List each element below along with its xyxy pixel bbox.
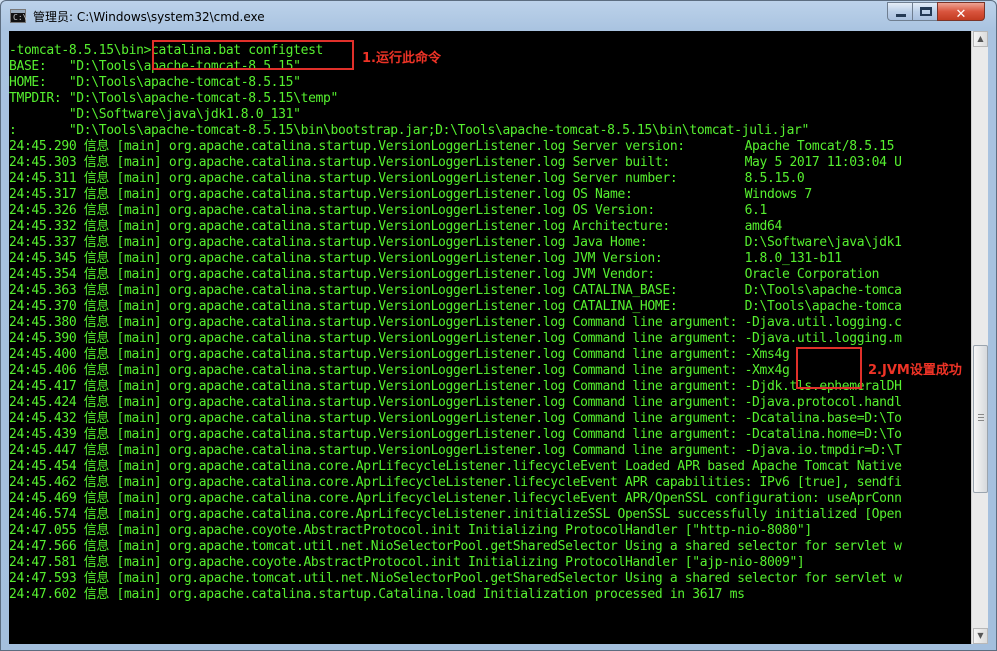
console-line: 24:45.390 信息 [main] org.apache.catalina.… bbox=[9, 331, 902, 346]
console-line: 24:47.602 信息 [main] org.apache.catalina.… bbox=[9, 587, 745, 602]
console-line: 24:45.454 信息 [main] org.apache.catalina.… bbox=[9, 459, 902, 474]
close-icon: ✕ bbox=[955, 7, 967, 22]
console-lines: -tomcat-8.5.15\bin>catalina.bat configte… bbox=[9, 43, 902, 603]
console-line: 24:45.380 信息 [main] org.apache.catalina.… bbox=[9, 315, 902, 330]
console-line: 24:47.055 信息 [main] org.apache.coyote.Ab… bbox=[9, 523, 812, 538]
console-line: 24:45.354 信息 [main] org.apache.catalina.… bbox=[9, 267, 880, 282]
maximize-button[interactable] bbox=[912, 2, 938, 21]
console-line: : "D:\Tools\apache-tomcat-8.5.15\bin\boo… bbox=[9, 123, 810, 138]
console-line: 24:45.462 信息 [main] org.apache.catalina.… bbox=[9, 475, 902, 490]
console-line: 24:45.303 信息 [main] org.apache.catalina.… bbox=[9, 155, 902, 170]
console-line: 24:45.400 信息 [main] org.apache.catalina.… bbox=[9, 347, 790, 362]
console-line: 24:45.417 信息 [main] org.apache.catalina.… bbox=[9, 379, 902, 394]
console-line: 24:45.432 信息 [main] org.apache.catalina.… bbox=[9, 411, 902, 426]
console-line: 24:45.326 信息 [main] org.apache.catalina.… bbox=[9, 203, 768, 218]
scroll-up-button[interactable]: ▲ bbox=[973, 31, 988, 47]
console-line: 24:46.574 信息 [main] org.apache.catalina.… bbox=[9, 507, 902, 522]
annotation-box-command bbox=[152, 40, 354, 70]
vertical-scrollbar[interactable]: ▲ ▼ bbox=[971, 31, 988, 644]
console-line: 24:47.593 信息 [main] org.apache.tomcat.ut… bbox=[9, 571, 902, 586]
console-line: 24:45.311 信息 [main] org.apache.catalina.… bbox=[9, 171, 805, 186]
annotation-label-jvm-success: 2.JVM设置成功 bbox=[868, 363, 962, 378]
console-line: 24:45.424 信息 [main] org.apache.catalina.… bbox=[9, 395, 902, 410]
chevron-down-icon: ▼ bbox=[977, 631, 984, 640]
console-line: HOME: "D:\Tools\apache-tomcat-8.5.15" bbox=[9, 75, 301, 90]
cmd-app-icon[interactable]: C:\ bbox=[10, 9, 28, 23]
minimize-icon bbox=[896, 14, 906, 17]
scrollbar-thumb[interactable] bbox=[973, 345, 988, 493]
minimize-button[interactable] bbox=[887, 2, 913, 21]
console-output[interactable]: -tomcat-8.5.15\bin>catalina.bat configte… bbox=[9, 31, 971, 644]
console-line: 24:47.566 信息 [main] org.apache.tomcat.ut… bbox=[9, 539, 902, 554]
console-line: 24:45.363 信息 [main] org.apache.catalina.… bbox=[9, 283, 902, 298]
console-line: 24:45.317 信息 [main] org.apache.catalina.… bbox=[9, 187, 812, 202]
console-line: 24:45.439 信息 [main] org.apache.catalina.… bbox=[9, 427, 902, 442]
console-line: "D:\Software\java\jdk1.8.0_131" bbox=[9, 107, 301, 122]
console-line: 24:45.332 信息 [main] org.apache.catalina.… bbox=[9, 219, 782, 234]
maximize-icon bbox=[920, 7, 932, 16]
close-button[interactable]: ✕ bbox=[937, 2, 985, 22]
console-line: 24:47.581 信息 [main] org.apache.coyote.Ab… bbox=[9, 555, 805, 570]
grip-icon bbox=[978, 414, 984, 415]
console-line: 24:45.290 信息 [main] org.apache.catalina.… bbox=[9, 139, 895, 154]
console-line: 24:45.370 信息 [main] org.apache.catalina.… bbox=[9, 299, 902, 314]
console-line: TMPDIR: "D:\Tools\apache-tomcat-8.5.15\t… bbox=[9, 91, 338, 106]
cmd-app-icon-text: C:\ bbox=[13, 13, 28, 22]
console-line: 24:45.469 信息 [main] org.apache.catalina.… bbox=[9, 491, 902, 506]
title-bar[interactable]: C:\ 管理员: C:\Windows\system32\cmd.exe ✕ bbox=[1, 1, 996, 31]
console-line: 24:45.345 信息 [main] org.apache.catalina.… bbox=[9, 251, 842, 266]
annotation-box-jvm bbox=[796, 347, 862, 389]
cmd-window: C:\ 管理员: C:\Windows\system32\cmd.exe ✕ -… bbox=[0, 0, 997, 651]
console-line: 24:45.337 信息 [main] org.apache.catalina.… bbox=[9, 235, 902, 250]
scroll-down-button[interactable]: ▼ bbox=[973, 628, 988, 644]
annotation-label-run-command: 1.运行此命令 bbox=[362, 51, 441, 66]
window-title: 管理员: C:\Windows\system32\cmd.exe bbox=[33, 10, 265, 24]
console-line: 24:45.406 信息 [main] org.apache.catalina.… bbox=[9, 363, 790, 378]
console-line: 24:45.447 信息 [main] org.apache.catalina.… bbox=[9, 443, 902, 458]
console-line: -tomcat-8.5.15\bin>catalina.bat configte… bbox=[9, 43, 324, 58]
console-line: BASE: "D:\Tools\apache-tomcat-8.5.15" bbox=[9, 59, 301, 74]
chevron-up-icon: ▲ bbox=[977, 34, 984, 43]
